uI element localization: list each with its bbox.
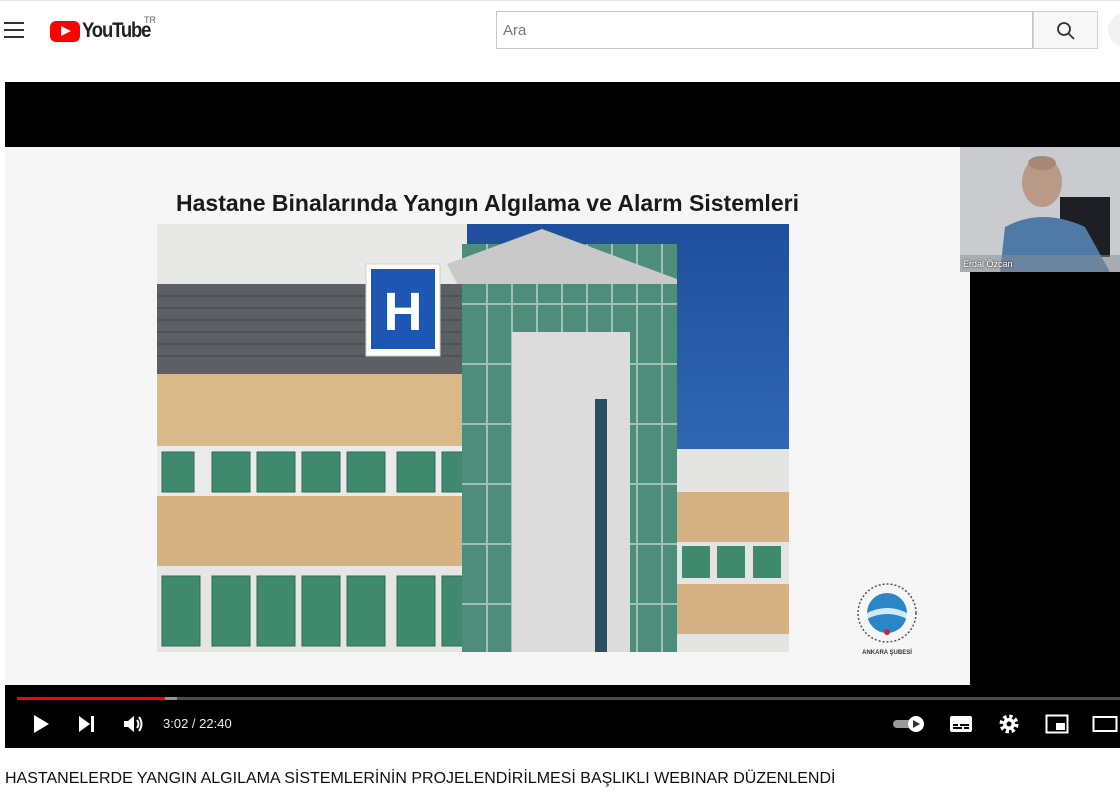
play-button[interactable] — [32, 714, 50, 739]
hospital-photo: H — [157, 224, 789, 652]
next-button[interactable] — [78, 715, 96, 738]
autoplay-icon — [893, 716, 924, 732]
video-title: HASTANELERDE YANGIN ALGILAMA SİSTEMLERİN… — [5, 770, 836, 787]
logo-text: YouTube — [82, 19, 151, 42]
autoplay-toggle[interactable] — [892, 714, 926, 739]
search-icon — [1057, 22, 1075, 40]
theater-icon — [1092, 716, 1118, 732]
menu-icon[interactable] — [2, 19, 26, 41]
chamber-emblem — [857, 583, 917, 643]
time-display: 3:02 / 22:40 — [163, 716, 232, 731]
progress-bar[interactable] — [17, 697, 1120, 700]
miniplayer-icon — [1045, 714, 1069, 734]
subtitles-icon — [950, 716, 972, 732]
volume-button[interactable] — [123, 714, 145, 739]
gear-icon — [999, 714, 1019, 734]
slide-title: Hastane Binalarında Yangın Algılama ve A… — [176, 190, 799, 216]
webcam-overlay: Erdal Özcan — [960, 147, 1120, 272]
voice-search-button[interactable] — [1108, 13, 1120, 47]
search-button[interactable] — [1033, 11, 1098, 49]
play-icon — [34, 715, 49, 733]
progress-played — [17, 697, 165, 700]
presenter-video — [960, 147, 1120, 272]
hospital-sign-letter: H — [384, 282, 423, 342]
emblem-caption: ANKARA ŞUBESİ — [862, 650, 912, 656]
presenter-name: Erdal Özcan — [963, 259, 1013, 269]
masthead: YouTube TR — [0, 0, 1120, 59]
slide: Hastane Binalarında Yangın Algılama ve A… — [5, 147, 970, 685]
next-icon — [79, 716, 94, 732]
video-player[interactable]: Hastane Binalarında Yangın Algılama ve A… — [5, 82, 1120, 748]
search-input[interactable] — [496, 11, 1033, 49]
subtitles-button[interactable] — [949, 715, 973, 738]
settings-button[interactable] — [998, 713, 1020, 740]
play-logo-icon — [50, 20, 80, 42]
country-code: TR — [144, 15, 156, 25]
volume-icon — [124, 716, 143, 732]
miniplayer-button[interactable] — [1045, 714, 1069, 739]
theater-mode-button[interactable] — [1092, 714, 1118, 739]
